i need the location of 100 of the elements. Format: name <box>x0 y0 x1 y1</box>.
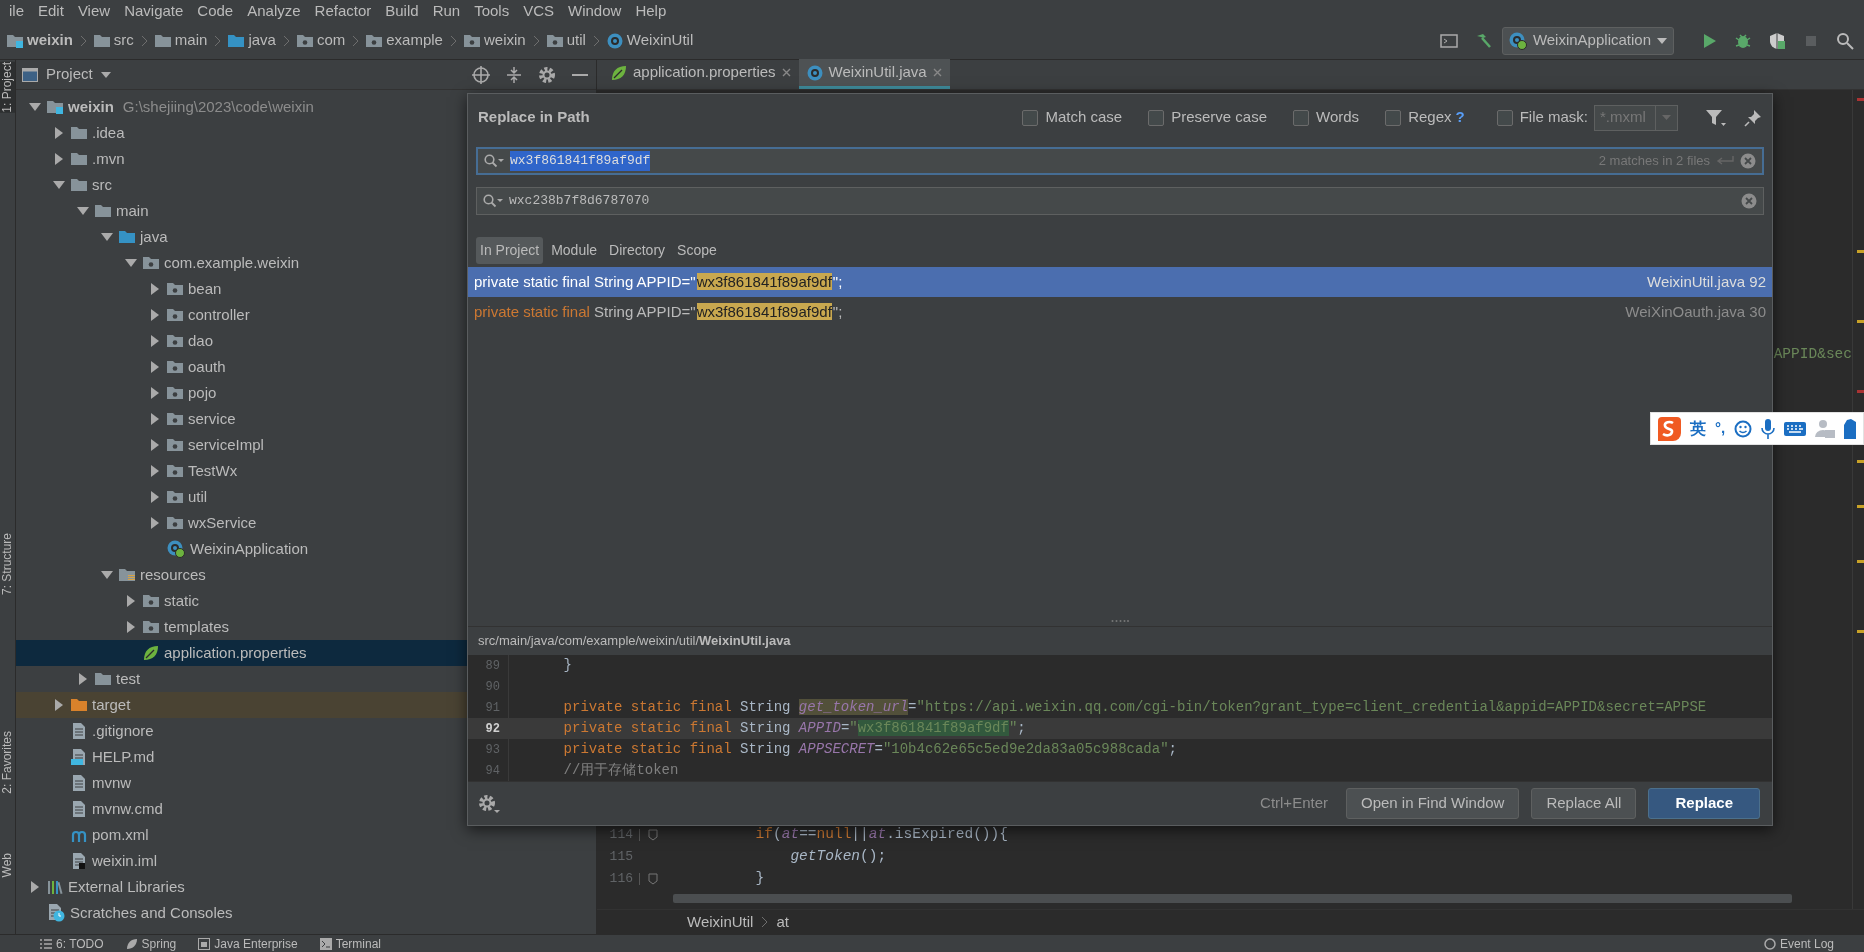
tree-arrow-icon[interactable] <box>149 439 161 451</box>
tree-arrow-icon[interactable] <box>149 309 161 321</box>
scope-tab[interactable]: Scope <box>673 236 721 264</box>
checkbox[interactable]: Regex <box>1385 106 1452 129</box>
editor-tab[interactable]: application.properties <box>603 59 799 89</box>
menu-item[interactable]: Refactor <box>307 0 379 22</box>
tree-arrow-icon[interactable] <box>125 257 137 269</box>
scope-tab[interactable]: In Project <box>476 236 544 264</box>
punctuation-indicator[interactable]: °, <box>1715 417 1726 440</box>
tree-arrow-icon[interactable] <box>101 231 113 243</box>
menu-item[interactable]: Help <box>628 0 674 22</box>
tree-arrow-icon[interactable] <box>149 517 161 529</box>
tree-item[interactable]: mvnw.cmd <box>16 796 596 822</box>
tree-item[interactable]: Scratches and Consoles <box>16 900 596 926</box>
menu-item[interactable]: Analyze <box>240 0 308 22</box>
menu-item[interactable]: Navigate <box>117 0 191 22</box>
breadcrumb-item[interactable]: WeixinUtil <box>603 29 697 52</box>
breadcrumb-item[interactable]: java <box>225 29 279 52</box>
result-row[interactable]: private static final String APPID="wx3f861841f89af9df"; WeiXinOauth.java 30 <box>468 297 1772 327</box>
tool-window-tab[interactable]: Web <box>0 853 15 878</box>
tree-item[interactable]: dao <box>16 328 596 354</box>
smiley-icon[interactable] <box>1734 419 1753 438</box>
tree-item[interactable]: resources <box>16 562 596 588</box>
tree-arrow-icon[interactable] <box>101 569 113 581</box>
replace-field[interactable]: wxc238b7f8d6787070 <box>476 187 1764 215</box>
menu-item[interactable]: Run <box>425 0 468 22</box>
tree-arrow-icon[interactable] <box>29 101 41 113</box>
tree-arrow-icon[interactable] <box>149 413 161 425</box>
dialog-button[interactable]: Replace All <box>1531 788 1637 819</box>
language-indicator[interactable]: 英 <box>1690 416 1706 441</box>
tool-window-tab[interactable]: 1: Project <box>0 62 15 113</box>
checkbox[interactable]: Match case <box>1022 106 1123 129</box>
tool-window-button[interactable]: Java Enterprise <box>198 935 298 952</box>
breadcrumb-item[interactable]: weixin <box>4 29 76 52</box>
debug-icon[interactable] <box>1734 31 1752 50</box>
search-icon[interactable] <box>1836 31 1854 50</box>
tree-item[interactable]: External Libraries <box>16 874 596 900</box>
run-configuration-dropdown[interactable]: WeixinApplication <box>1501 26 1674 55</box>
tree-arrow-icon[interactable] <box>149 361 161 373</box>
horizontal-scrollbar[interactable] <box>673 894 1792 903</box>
shirt-icon[interactable] <box>1844 418 1857 439</box>
tool-window-button[interactable]: Terminal <box>319 935 381 952</box>
tree-item[interactable]: pojo <box>16 380 596 406</box>
tree-item[interactable]: serviceImpl <box>16 432 596 458</box>
tree-item[interactable]: pom.xml <box>16 822 596 848</box>
splitter-handle[interactable] <box>1111 619 1129 623</box>
tree-arrow-icon[interactable] <box>53 153 65 165</box>
breadcrumb-item[interactable]: weixin <box>460 29 529 52</box>
tree-item[interactable]: WeixinApplication <box>16 536 596 562</box>
tree-item[interactable]: static <box>16 588 596 614</box>
tree-item[interactable]: weixin.iml <box>16 848 596 874</box>
tree-arrow-icon[interactable] <box>53 179 65 191</box>
search-icon[interactable] <box>483 194 503 208</box>
tree-arrow-icon[interactable] <box>125 621 137 633</box>
pin-icon[interactable] <box>1744 108 1762 127</box>
caret-icon[interactable] <box>100 71 111 78</box>
tree-arrow-icon[interactable] <box>125 595 137 607</box>
tree-item[interactable]: oauth <box>16 354 596 380</box>
result-row[interactable]: private static final String APPID="wx3f861841f89af9df"; WeixinUtil.java 92 <box>468 267 1772 297</box>
menu-item[interactable]: VCS <box>516 0 562 22</box>
window-icon[interactable] <box>1439 31 1458 50</box>
tree-arrow-icon[interactable] <box>149 465 161 477</box>
menu-item[interactable]: View <box>70 0 118 22</box>
search-icon[interactable] <box>484 154 504 168</box>
tool-window-tab[interactable]: 2: Favorites <box>0 730 15 794</box>
tree-arrow-icon[interactable] <box>53 699 65 711</box>
keyboard-icon[interactable] <box>1784 420 1807 437</box>
tree-arrow-icon[interactable] <box>53 127 65 139</box>
tree-item[interactable]: TestWx <box>16 458 596 484</box>
breadcrumb-item[interactable]: at <box>776 910 789 934</box>
scope-tab[interactable]: Directory <box>605 236 670 264</box>
tree-arrow-icon[interactable] <box>149 387 161 399</box>
tree-item[interactable]: wxService <box>16 510 596 536</box>
clear-icon[interactable] <box>1740 153 1756 169</box>
editor-tab[interactable]: WeixinUtil.java <box>798 59 950 89</box>
menu-item[interactable]: ile <box>2 0 31 22</box>
tool-window-button[interactable]: 6: TODO <box>40 935 104 952</box>
tree-arrow-icon[interactable] <box>29 881 41 893</box>
settings-icon[interactable] <box>538 65 556 84</box>
collapse-icon[interactable] <box>506 65 522 84</box>
menu-item[interactable]: Build <box>378 0 426 22</box>
menu-item[interactable]: Code <box>190 0 241 22</box>
settings-icon[interactable] <box>478 793 500 814</box>
tree-arrow-icon[interactable] <box>149 491 161 503</box>
checkbox[interactable]: Words <box>1293 106 1360 129</box>
breadcrumb-item[interactable]: WeixinUtil <box>687 910 754 934</box>
clear-icon[interactable] <box>1741 193 1757 209</box>
tool-window-tab[interactable]: 7: Structure <box>0 532 15 595</box>
tree-arrow-icon[interactable] <box>77 205 89 217</box>
tool-window-button[interactable]: Spring <box>125 935 177 952</box>
event-log-button[interactable]: Event Log <box>1763 935 1834 952</box>
scope-tab[interactable]: Module <box>547 236 602 264</box>
breadcrumb-item[interactable]: src <box>90 29 137 52</box>
tree-item[interactable]: util <box>16 484 596 510</box>
tree-arrow-icon[interactable] <box>149 283 161 295</box>
menu-item[interactable]: Window <box>561 0 629 22</box>
tree-arrow-icon[interactable] <box>149 335 161 347</box>
crosshair-icon[interactable] <box>472 65 490 84</box>
menu-item[interactable]: Tools <box>467 0 517 22</box>
breadcrumb-item[interactable]: com <box>293 29 349 52</box>
